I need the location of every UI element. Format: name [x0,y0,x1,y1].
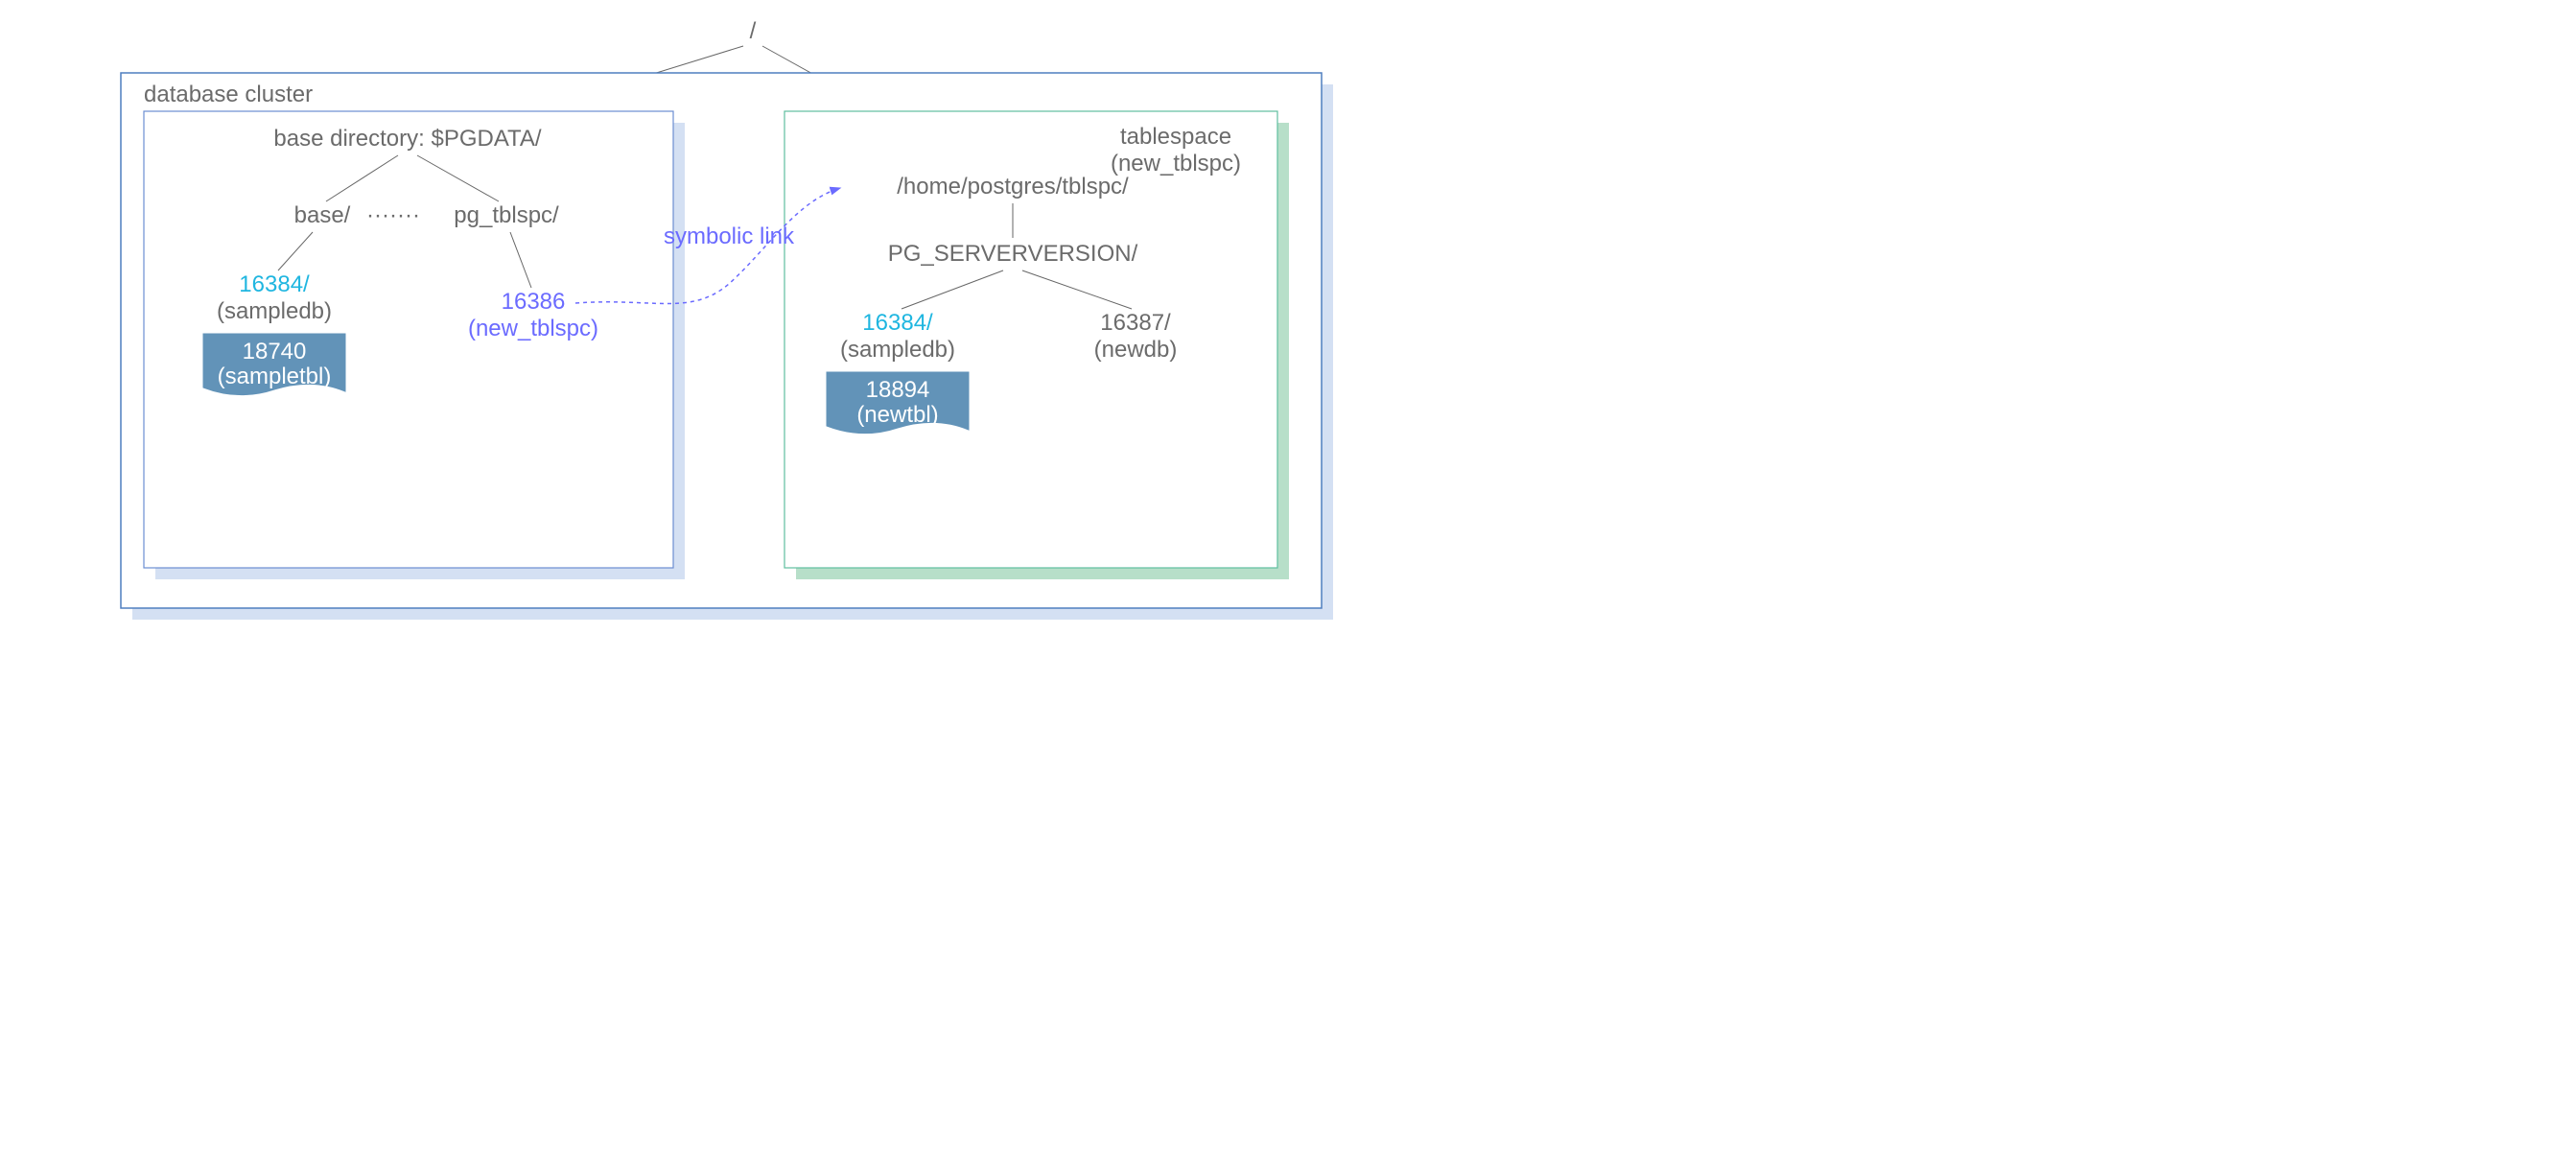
sampletbl-file: 18740 (sampletbl) [203,334,345,395]
basedir-label: base directory: $PGDATA/ [273,126,542,152]
dots-label: ······· [366,202,420,228]
tblspc-path-label: /home/postgres/tblspc/ [897,174,1129,200]
sampledb-oid: 16384/ [239,271,310,297]
pgtblspc-folder-label: pg_tblspc/ [454,202,559,228]
sampledb-name: (sampledb) [217,298,332,324]
serverversion-label: PG_SERVERVERSION/ [888,241,1138,267]
base-folder-label: base/ [294,202,351,228]
sampletbl-name: (sampletbl) [218,364,332,389]
newdb-oid: 16387/ [1100,310,1171,336]
tablespace-diagram: / database cluster base directory: $PGDA… [0,0,1538,687]
root-slash: / [750,18,757,44]
sampletbl-oid: 18740 [243,339,307,364]
ts-sampledb-name: (sampledb) [840,337,955,363]
newtbl-oid: 18894 [866,377,930,403]
newtbl-name: (newtbl) [856,402,938,428]
newdb-name: (newdb) [1094,337,1178,363]
ts-sampledb-oid: 16384/ [862,310,933,336]
cluster-label: database cluster [144,82,313,107]
tblspc-link-name: (new_tblspc) [468,316,598,341]
tblspc-link-oid: 16386 [502,289,566,315]
tablespace-title: tablespace [1120,124,1231,150]
symlink-label: symbolic link [664,223,795,249]
tablespace-subtitle: (new_tblspc) [1111,151,1241,176]
